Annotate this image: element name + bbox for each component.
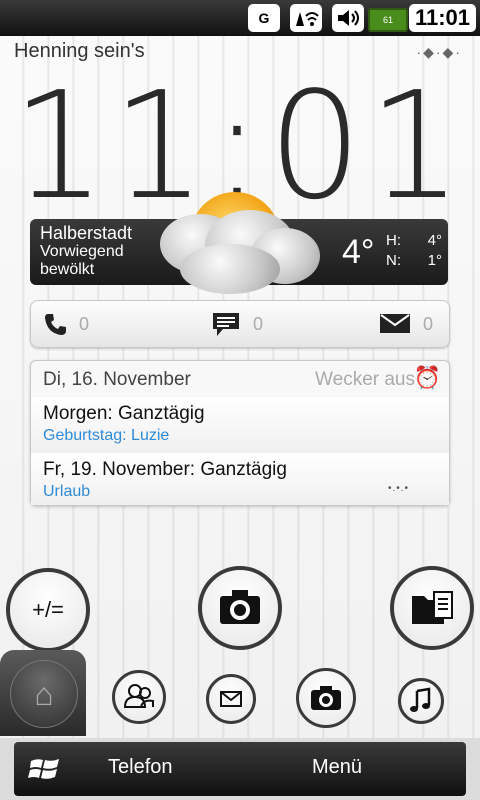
people-icon [123, 684, 154, 708]
weather-city: Halberstadt [40, 223, 133, 243]
windows-start-icon[interactable] [28, 752, 62, 786]
calendar-event[interactable]: Fr, 19. November: Ganztägig Urlaub •.•.• [31, 453, 449, 505]
bottom-bar: Telefon Menü [0, 738, 480, 800]
more-dots-icon: •.•.• [387, 483, 409, 494]
message-icon [211, 311, 241, 345]
event-title: Morgen: Ganztägig [43, 403, 205, 424]
camera-icon [220, 590, 260, 624]
notification-counters[interactable]: 0 0 0 [30, 300, 450, 348]
mail-button[interactable] [206, 674, 256, 724]
mail-icon [379, 311, 411, 341]
envelope-icon [220, 691, 242, 707]
signal-icon [290, 4, 322, 32]
alarm-status[interactable]: Wecker aus [315, 369, 415, 391]
weather-hl-labels: H: N: [386, 231, 401, 271]
missed-call-icon [43, 311, 69, 343]
weather-low-label: N: [386, 252, 401, 269]
calendar-header: Di, 16. November Wecker aus ⏰ [31, 361, 449, 398]
calendar-event[interactable]: Morgen: Ganztägig Geburtstag: Luzie [31, 397, 449, 454]
music-button[interactable] [398, 678, 444, 724]
sync-icon: ·◆·◆· [416, 44, 462, 60]
calendar-date: Di, 16. November [43, 369, 191, 390]
camera-icon [311, 686, 341, 710]
weather-high-label: H: [386, 232, 401, 249]
weather-low: 1° [427, 252, 442, 269]
home-icon: ⌂ [10, 660, 78, 728]
battery-icon: 61 [368, 8, 408, 32]
menu-softkey[interactable]: Menü [312, 756, 362, 779]
volume-icon [332, 4, 364, 32]
status-bar: G 61 11:01 [0, 0, 480, 36]
mail-count: 0 [423, 314, 434, 334]
weather-description: Vorwiegend bewölkt [40, 243, 124, 278]
weather-temperature: 4° [342, 233, 375, 271]
weather-high: 4° [427, 232, 442, 249]
home-tab[interactable]: ⌂ [0, 650, 86, 736]
bottom-bar-panel: Telefon Menü [14, 742, 466, 796]
camera-small-button[interactable] [296, 668, 356, 728]
status-clock: 11:01 [408, 4, 476, 32]
camera-button[interactable] [198, 566, 282, 650]
music-note-icon [410, 687, 431, 712]
calendar-widget[interactable]: Di, 16. November Wecker aus ⏰ Morgen: Ga… [30, 360, 450, 506]
contacts-button[interactable] [112, 670, 166, 724]
folder-icon [412, 591, 453, 624]
event-title: Fr, 19. November: Ganztägig [43, 459, 287, 480]
alarm-clock-icon: ⏰ [413, 365, 441, 390]
missed-call-count: 0 [79, 314, 90, 334]
file-manager-button[interactable] [390, 566, 474, 650]
event-subtitle: Urlaub [43, 483, 91, 500]
weather-hl-values: 4° 1° [424, 231, 442, 271]
calculator-button[interactable]: +/= [6, 568, 90, 652]
message-count: 0 [253, 314, 264, 334]
g-icon: G [248, 4, 280, 32]
phone-softkey[interactable]: Telefon [108, 756, 173, 779]
event-subtitle: Geburtstag: Luzie [43, 427, 170, 444]
